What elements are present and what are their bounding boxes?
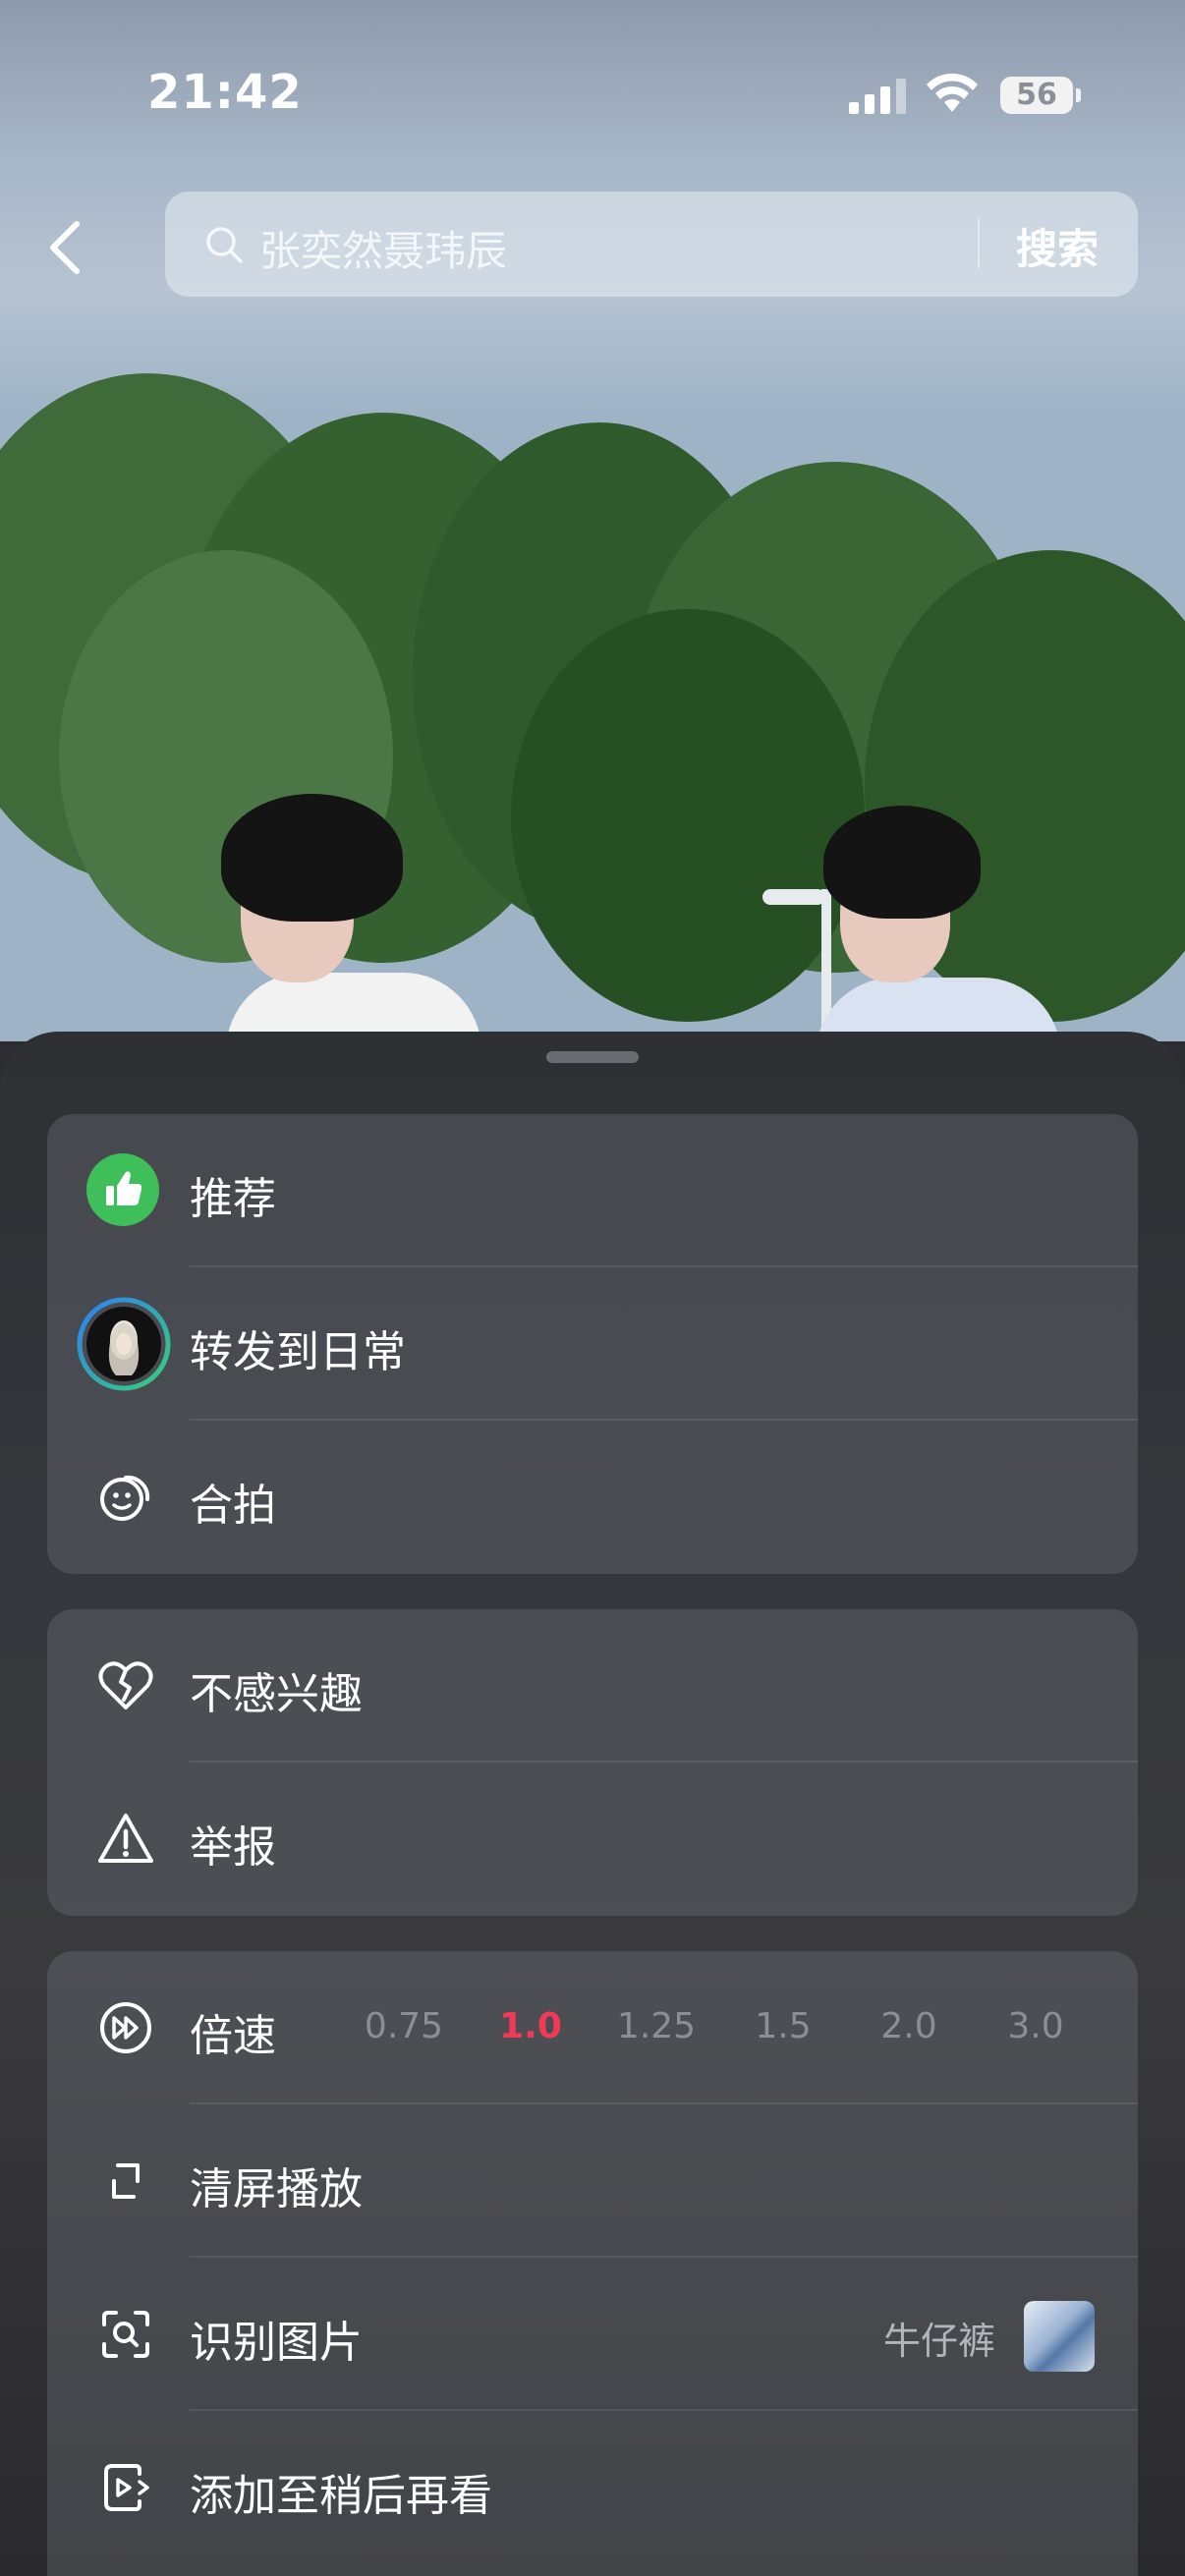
search-input[interactable]: 张奕然聂玮辰 [259,218,507,278]
speed-option-1.0[interactable]: 1.0 [481,2006,580,2046]
menu-item-watch-later[interactable]: 添加至稍后再看 [47,2411,1138,2564]
speed-option-2.0[interactable]: 2.0 [860,2006,958,2046]
wifi-icon [927,73,978,112]
status-time: 21:42 [147,65,303,120]
broken-heart-icon [98,1661,153,1709]
menu-group-share: 推荐 转发到日常 合拍 [47,1114,1138,1574]
menu-group-playback: 倍速 0.75 1.0 1.25 1.5 2.0 3.0 清屏播放 识别图片 牛… [47,1951,1138,2576]
duet-icon [100,1475,150,1521]
avatar [77,1297,171,1391]
menu-item-label: 推荐 [190,1174,276,1224]
search-divider [978,219,980,268]
action-sheet: 推荐 转发到日常 合拍 不感兴趣 举报 倍速 0.75 1.0 1.25 1.5… [0,1032,1185,2576]
menu-group-feedback: 不感兴趣 举报 [47,1609,1138,1916]
expand-icon [112,2163,140,2199]
speed-option-1.5[interactable]: 1.5 [734,2006,832,2046]
menu-item-report[interactable]: 举报 [47,1763,1138,1916]
battery-indicator: 56 [1000,77,1073,114]
menu-item-forward-daily[interactable]: 转发到日常 [47,1267,1138,1421]
thumbs-up-icon [86,1153,159,1226]
recognition-result: 牛仔裤 [882,2320,995,2363]
menu-item-playback-speed: 倍速 0.75 1.0 1.25 1.5 2.0 3.0 [47,1951,1138,2104]
menu-item-duet[interactable]: 合拍 [47,1421,1138,1574]
menu-item-recognize-image[interactable]: 识别图片 牛仔裤 [47,2258,1138,2411]
menu-item-clear-screen[interactable]: 清屏播放 [47,2104,1138,2258]
menu-item-recommend[interactable]: 推荐 [47,1114,1138,1267]
scan-search-icon [102,2311,149,2358]
cellular-signal-icon [849,79,906,114]
speed-option-0.75[interactable]: 0.75 [355,2006,453,2046]
watch-later-icon [104,2464,149,2511]
menu-item-label: 识别图片 [190,2318,363,2368]
speed-option-3.0[interactable]: 3.0 [987,2006,1085,2046]
menu-item-not-interested[interactable]: 不感兴趣 [47,1609,1138,1763]
menu-item-label: 合拍 [190,1481,276,1531]
menu-item-label: 举报 [190,1822,276,1873]
warning-icon [98,1814,153,1863]
search-icon [206,227,243,263]
menu-item-label: 不感兴趣 [190,1669,363,1719]
battery-tip [1076,88,1081,102]
menu-item-label: 倍速 [190,2011,276,2061]
fast-forward-icon [100,2002,151,2053]
speed-option-1.25[interactable]: 1.25 [607,2006,705,2046]
menu-item-label: 转发到日常 [190,1327,406,1377]
status-bar: 21:42 56 [0,0,1185,187]
menu-item-label: 清屏播放 [190,2164,363,2214]
recognition-thumbnail [1024,2301,1095,2372]
menu-item-label: 添加至稍后再看 [190,2471,492,2521]
sheet-drag-handle[interactable] [546,1051,639,1063]
search-bar[interactable]: 张奕然聂玮辰 搜索 [165,192,1138,297]
search-button[interactable]: 搜索 [1016,216,1099,276]
back-arrow-icon[interactable] [43,218,90,277]
